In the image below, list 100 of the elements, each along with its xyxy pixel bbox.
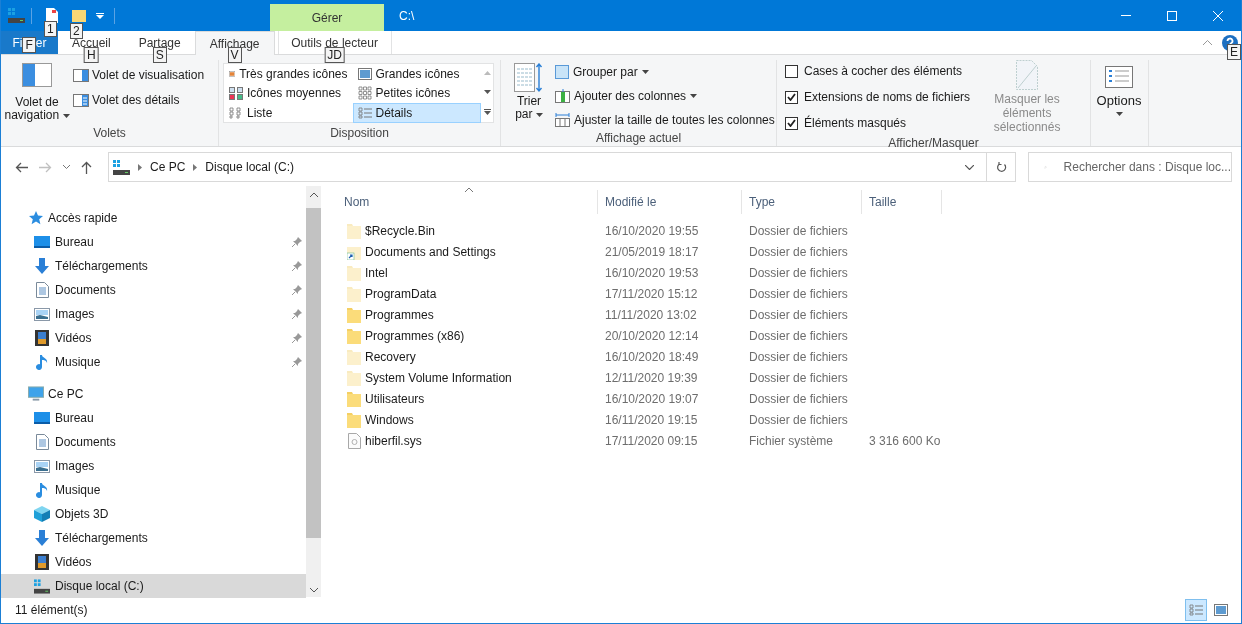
- table-cell-text: 11/11/2020 13:02: [604, 306, 698, 324]
- nav-label: Bureau: [55, 410, 94, 427]
- scrollbar[interactable]: [306, 186, 321, 597]
- medium-icons-icon: [229, 86, 243, 100]
- checkbox[interactable]: [785, 64, 798, 78]
- file-name[interactable]: $Recycle.Bin: [365, 221, 436, 240]
- small-icons-icon: [357, 86, 372, 101]
- nav-label: Musique: [55, 354, 101, 371]
- large-icons-icon: [1214, 604, 1228, 616]
- group-label: Volets: [92, 125, 127, 142]
- file-name[interactable]: Documents and Settings: [365, 242, 496, 261]
- nav-item[interactable]: Vidéos: [1, 326, 306, 350]
- size-columns-button[interactable]: Ajuster la taille de toutes les colonnes: [555, 111, 775, 129]
- sort-by-button[interactable]: Trier par: [507, 60, 551, 129]
- breadcrumb[interactable]: Disque local (C:): [205, 158, 295, 176]
- column-header[interactable]: Type: [742, 190, 862, 214]
- folder-icon: [347, 369, 361, 386]
- nav-item[interactable]: Disque local (C:): [1, 574, 306, 598]
- nav-item[interactable]: Téléchargements: [1, 254, 306, 278]
- scroll-up-icon: [483, 71, 491, 76]
- navigation-pane-button[interactable]: Volet de navigation: [1, 60, 73, 124]
- nav-item[interactable]: Musique: [1, 350, 306, 374]
- nav-item[interactable]: Images: [1, 302, 306, 326]
- group-label: Affichage actuel: [594, 130, 683, 147]
- address-bar[interactable]: Ce PC Disque local (C:): [108, 152, 1016, 182]
- document-icon: [35, 434, 49, 450]
- preview-pane-button[interactable]: Volet de visualisation: [73, 66, 205, 84]
- nav-section[interactable]: Accès rapide: [1, 206, 306, 230]
- preview-pane-icon: [73, 68, 89, 82]
- table-cell-text: 16/10/2020 19:53: [604, 264, 700, 282]
- picture-icon: [34, 459, 50, 473]
- breadcrumb[interactable]: Ce PC: [150, 158, 186, 176]
- details-pane-button[interactable]: Volet des détails: [73, 91, 205, 109]
- nav-item[interactable]: Bureau: [1, 230, 306, 254]
- drive-icon: [8, 8, 25, 23]
- nav-item[interactable]: Bureau: [1, 406, 306, 430]
- nav-item[interactable]: Téléchargements: [1, 526, 306, 550]
- music-note-icon: [36, 354, 48, 370]
- document-icon: [35, 282, 49, 298]
- table-cell-text: Dossier de fichiers: [748, 243, 849, 261]
- file-name[interactable]: hiberfil.sys: [365, 431, 422, 450]
- list-icon: [229, 106, 243, 119]
- star-icon: [28, 210, 44, 226]
- folder-icon: [347, 348, 361, 365]
- scroll-down-icon: [309, 588, 318, 593]
- fit-columns-icon: [555, 113, 570, 127]
- details-icon: [357, 106, 372, 119]
- nav-item[interactable]: Documents: [1, 278, 306, 302]
- nav-item[interactable]: Images: [1, 454, 306, 478]
- nav-item[interactable]: Musique: [1, 478, 306, 502]
- table-cell-text: Dossier de fichiers: [748, 327, 849, 345]
- checkbox[interactable]: [785, 90, 798, 104]
- file-name[interactable]: Programmes (x86): [365, 326, 465, 345]
- layout-option[interactable]: Icônes moyennes: [224, 83, 353, 104]
- file-name[interactable]: ProgramData: [365, 284, 437, 303]
- file-name[interactable]: Windows: [365, 410, 414, 429]
- column-header[interactable]: Taille: [862, 190, 942, 214]
- nav-section[interactable]: Ce PC: [1, 382, 306, 406]
- layout-option[interactable]: Détails: [352, 102, 481, 123]
- layout-option[interactable]: Liste: [224, 102, 353, 123]
- table-cell-text: Dossier de fichiers: [748, 411, 849, 429]
- group-by-button[interactable]: Grouper par: [555, 63, 775, 81]
- nav-item[interactable]: Vidéos: [1, 550, 306, 574]
- keytip: S: [152, 47, 167, 63]
- layout-option[interactable]: Grandes icônes: [352, 64, 481, 84]
- options-button[interactable]: Options: [1091, 60, 1147, 124]
- column-header[interactable]: Nom: [341, 190, 598, 214]
- file-name[interactable]: System Volume Information: [365, 368, 512, 387]
- collapse-ribbon-icon[interactable]: [1203, 40, 1212, 45]
- system-file-icon: [347, 432, 361, 449]
- file-name[interactable]: Intel: [365, 263, 388, 282]
- nav-label: Documents: [55, 282, 116, 299]
- chevron-down-icon[interactable]: [965, 164, 974, 170]
- file-name[interactable]: Recovery: [365, 347, 416, 366]
- large-icons-icon: [229, 68, 236, 80]
- folder-icon: [347, 411, 361, 428]
- add-columns-button[interactable]: Ajouter des colonnes: [555, 87, 775, 105]
- table-cell-text: 21/05/2019 18:17: [604, 243, 700, 261]
- table-cell-text: 16/10/2020 19:55: [604, 222, 700, 240]
- details-icon: [1189, 604, 1203, 616]
- layout-option[interactable]: Petites icônes: [352, 83, 481, 104]
- scroll-thumb[interactable]: [306, 208, 321, 538]
- folder-icon: [347, 264, 361, 281]
- nav-label: Disque local (C:): [55, 578, 144, 595]
- table-cell-text: 17/11/2020 09:15: [604, 432, 699, 450]
- file-name[interactable]: Utilisateurs: [365, 389, 425, 408]
- checkbox[interactable]: [785, 116, 798, 130]
- group-label: Afficher/Masquer: [887, 135, 980, 152]
- sort-icon: [514, 63, 544, 93]
- checkbox-label: Éléments masqués: [804, 114, 907, 132]
- view-toggle-button[interactable]: [1185, 599, 1207, 621]
- column-header[interactable]: Modifié le: [598, 190, 742, 214]
- search-field[interactable]: Rechercher dans : Disque loc...: [1028, 152, 1232, 182]
- nav-item[interactable]: Documents: [1, 430, 306, 454]
- table-cell-text: Dossier de fichiers: [748, 264, 849, 282]
- file-name[interactable]: Programmes: [365, 305, 434, 324]
- nav-item[interactable]: Objets 3D: [1, 502, 306, 526]
- caret-icon: [641, 70, 649, 74]
- table-cell-text: Dossier de fichiers: [748, 285, 849, 303]
- layout-option[interactable]: Très grandes icônes: [224, 64, 353, 84]
